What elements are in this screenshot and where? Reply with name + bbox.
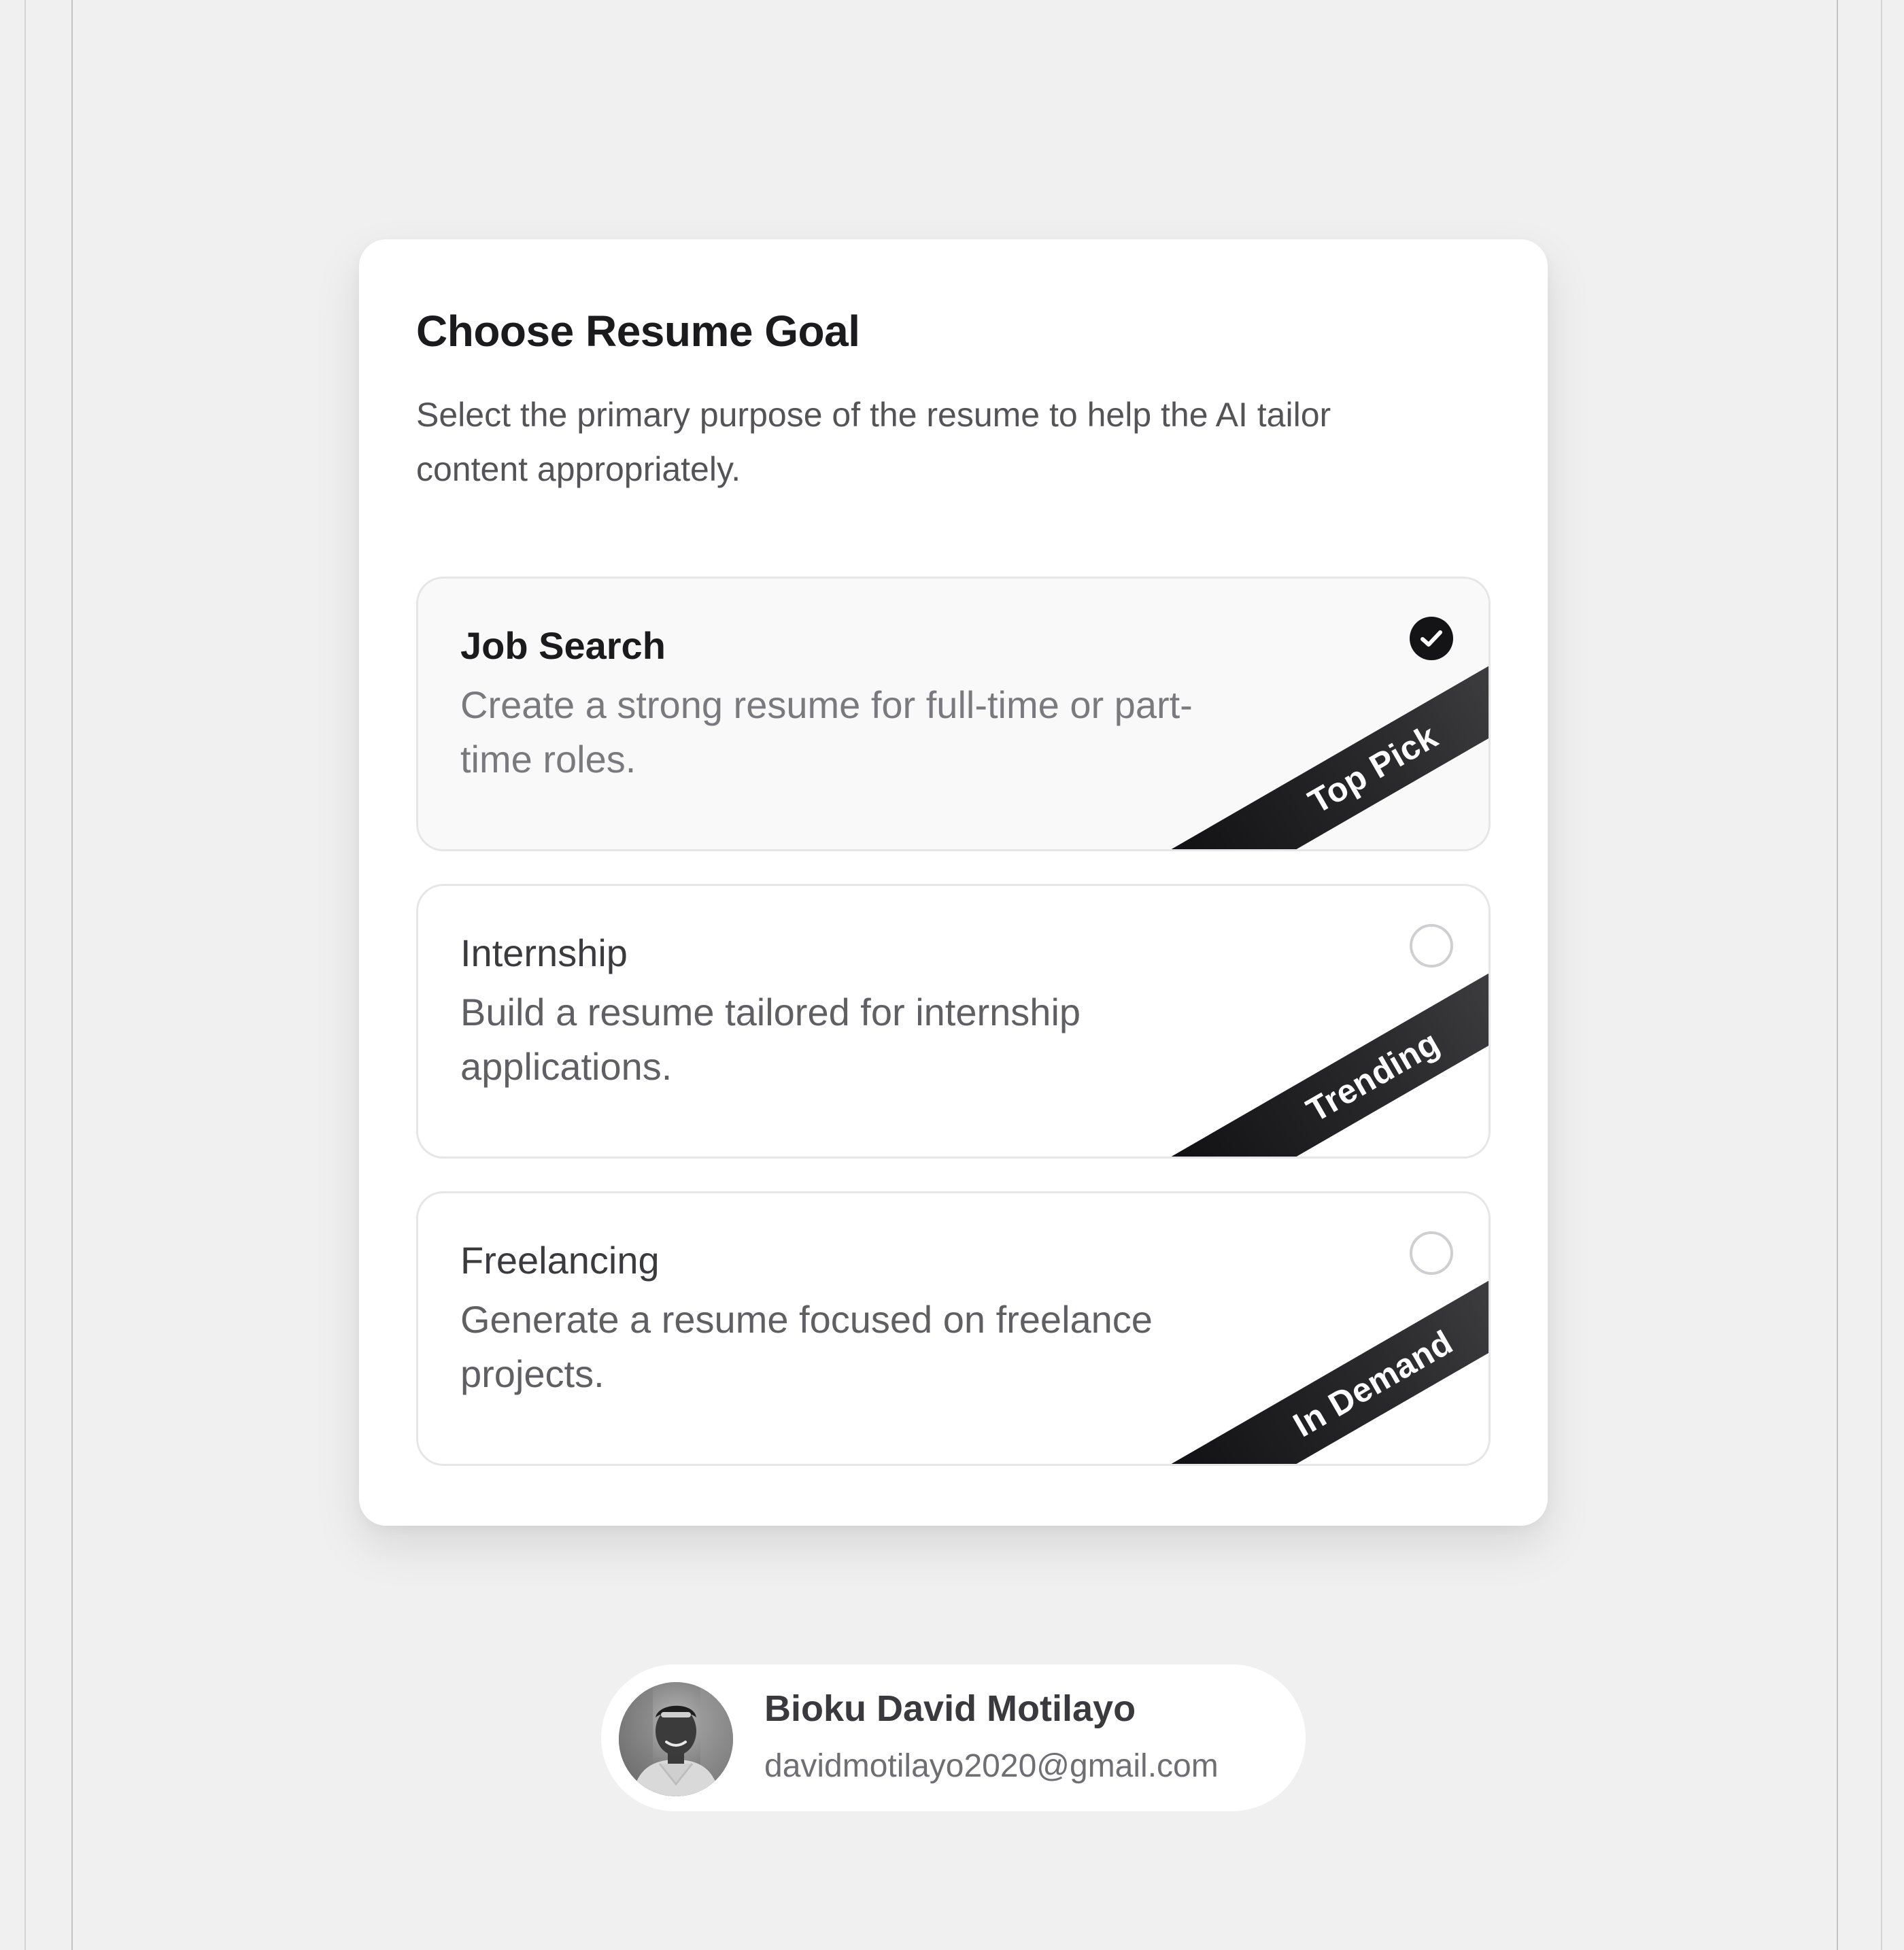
frame-inner-left xyxy=(71,0,73,1950)
radio-unchecked-icon[interactable] xyxy=(1410,1231,1453,1275)
option-title: Internship xyxy=(460,931,628,974)
card-title: Choose Resume Goal xyxy=(416,307,860,356)
profile-email: davidmotilayo2020@gmail.com xyxy=(764,1748,1219,1784)
option-description: Create a strong resume for full-time or … xyxy=(460,683,1193,781)
user-profile-chip[interactable]: Bioku David Motilayo davidmotilayo2020@g… xyxy=(601,1664,1306,1811)
frame-inner-right xyxy=(1837,0,1838,1950)
avatar xyxy=(619,1682,733,1796)
resume-goal-card: Choose Resume Goal Select the primary pu… xyxy=(359,239,1548,1526)
radio-checked-icon[interactable] xyxy=(1410,617,1453,660)
radio-unchecked-icon[interactable] xyxy=(1410,924,1453,968)
card-subtitle: Select the primary purpose of the resume… xyxy=(416,396,1331,488)
profile-name: Bioku David Motilayo xyxy=(764,1688,1136,1729)
frame-outer-left xyxy=(24,0,26,1950)
option-description: Generate a resume focused on freelance p… xyxy=(460,1298,1153,1395)
option-internship[interactable]: Internship Build a resume tailored for i… xyxy=(416,884,1491,1159)
frame-outer-right xyxy=(1881,0,1882,1950)
avatar-photo-icon xyxy=(619,1682,733,1796)
checkmark-icon xyxy=(1421,630,1442,647)
option-title: Freelancing xyxy=(460,1239,660,1282)
option-job-search[interactable]: Job Search Create a strong resume for fu… xyxy=(416,577,1491,851)
option-freelancing[interactable]: Freelancing Generate a resume focused on… xyxy=(416,1191,1491,1466)
option-description: Build a resume tailored for internship a… xyxy=(460,991,1081,1088)
option-title: Job Search xyxy=(460,624,666,667)
